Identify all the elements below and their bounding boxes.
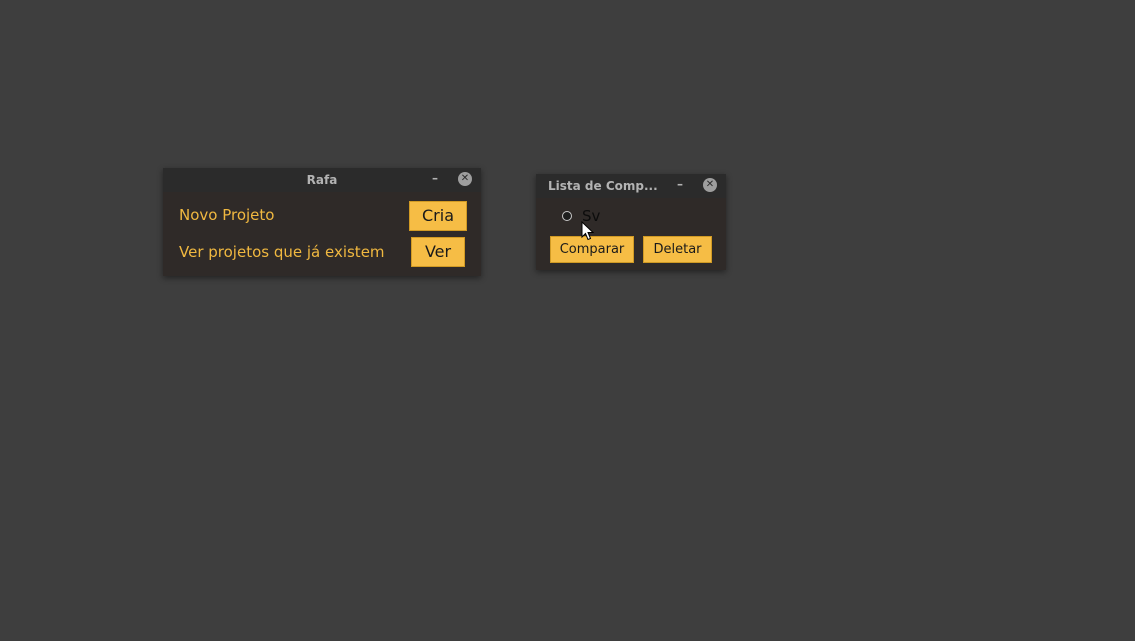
lista-window-title: Lista de Comp... [548, 179, 658, 193]
minimize-icon[interactable]: – [429, 171, 441, 185]
rafa-titlebar[interactable]: Rafa – ✕ [163, 168, 481, 192]
rafa-window: Rafa – ✕ Novo Projeto Cria Ver projetos … [163, 168, 481, 276]
cria-button[interactable]: Cria [409, 201, 467, 231]
radio-button-sv[interactable] [562, 211, 572, 221]
deletar-button[interactable]: Deletar [643, 236, 712, 263]
novo-projeto-label: Novo Projeto [179, 206, 275, 224]
desktop: Rafa – ✕ Novo Projeto Cria Ver projetos … [0, 0, 1135, 641]
lista-window: Lista de Comp... – ✕ Sv Comparar Deletar [536, 174, 726, 270]
minimize-icon[interactable]: – [674, 177, 686, 191]
mouse-pointer-icon [581, 221, 595, 241]
ver-projetos-label: Ver projetos que já existem [179, 243, 385, 261]
close-icon[interactable]: ✕ [703, 178, 717, 192]
lista-titlebar[interactable]: Lista de Comp... – ✕ [536, 174, 726, 198]
ver-button[interactable]: Ver [411, 237, 465, 267]
close-icon[interactable]: ✕ [458, 172, 472, 186]
